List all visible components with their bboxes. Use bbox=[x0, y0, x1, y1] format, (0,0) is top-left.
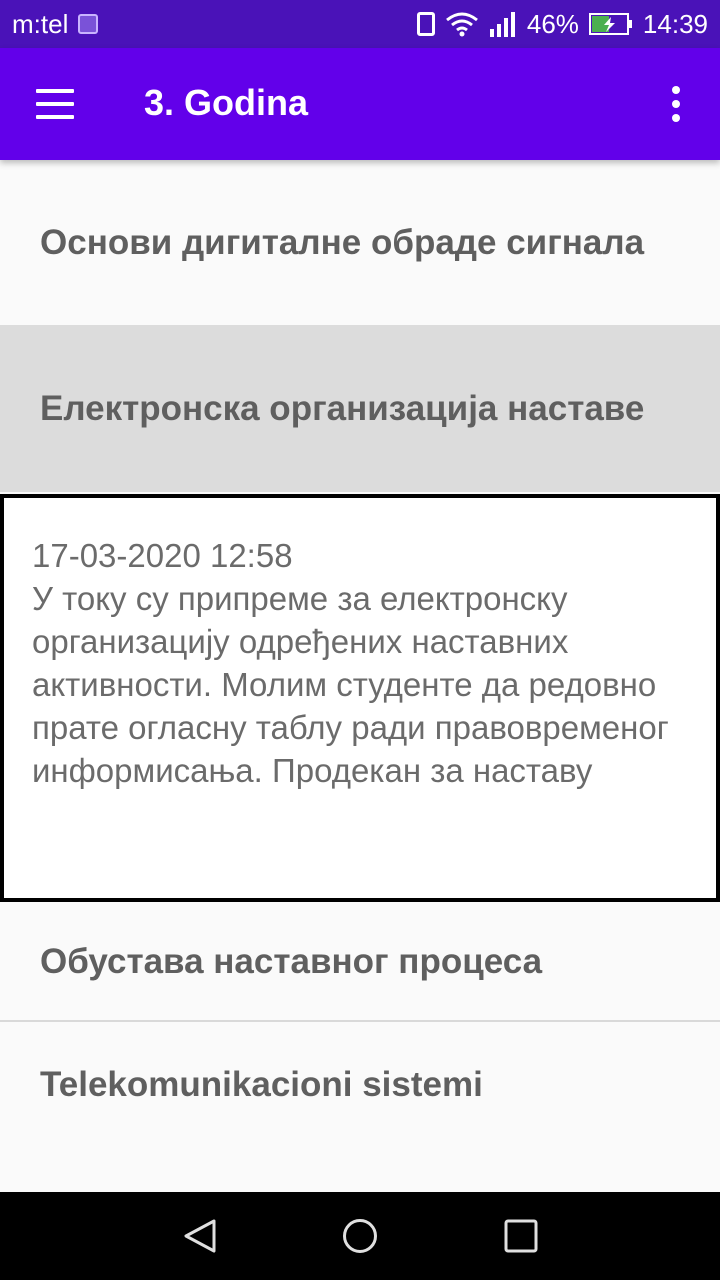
battery-charging-icon bbox=[588, 12, 633, 36]
notice-date: 17-03-2020 12:58 bbox=[32, 537, 293, 574]
more-options-icon[interactable] bbox=[664, 86, 688, 126]
course-title: Основи дигиталне обраде сигнала bbox=[40, 223, 645, 262]
carrier-label: m:tel bbox=[12, 8, 69, 39]
course-title: Обустава наставног процеса bbox=[40, 941, 543, 981]
clock: 14:39 bbox=[642, 8, 708, 39]
course-title: Електронска организација наставе bbox=[40, 389, 645, 428]
back-icon[interactable] bbox=[180, 1218, 220, 1259]
wifi-icon bbox=[445, 11, 479, 37]
course-item[interactable]: Основи дигиталне обраде сигнала bbox=[0, 160, 720, 325]
course-item[interactable]: Telekomunikacioni sistemi bbox=[0, 1024, 720, 1144]
course-item[interactable]: Обустава наставног процеса bbox=[0, 902, 720, 1022]
status-bar: m:tel 46% 14:39 bbox=[0, 0, 720, 48]
recents-icon[interactable] bbox=[503, 1218, 539, 1259]
app-bar: 3. Godina bbox=[0, 48, 720, 160]
course-item-selected[interactable]: Електронска организација наставе bbox=[0, 325, 720, 492]
home-icon[interactable] bbox=[341, 1218, 379, 1259]
page-title: 3. Godina bbox=[144, 82, 309, 123]
course-title: Telekomunikacioni sistemi bbox=[40, 1064, 483, 1104]
vibrate-icon bbox=[416, 12, 435, 36]
battery-percent: 46% bbox=[526, 8, 579, 39]
notice-panel: 17-03-2020 12:58 У току су припреме за е… bbox=[0, 494, 720, 902]
hamburger-menu-icon[interactable] bbox=[36, 89, 76, 119]
signal-icon bbox=[489, 11, 517, 37]
notice-body: У току су припреме за електронску органи… bbox=[32, 580, 669, 789]
image-icon bbox=[78, 14, 99, 34]
navigation-bar bbox=[0, 1192, 720, 1280]
